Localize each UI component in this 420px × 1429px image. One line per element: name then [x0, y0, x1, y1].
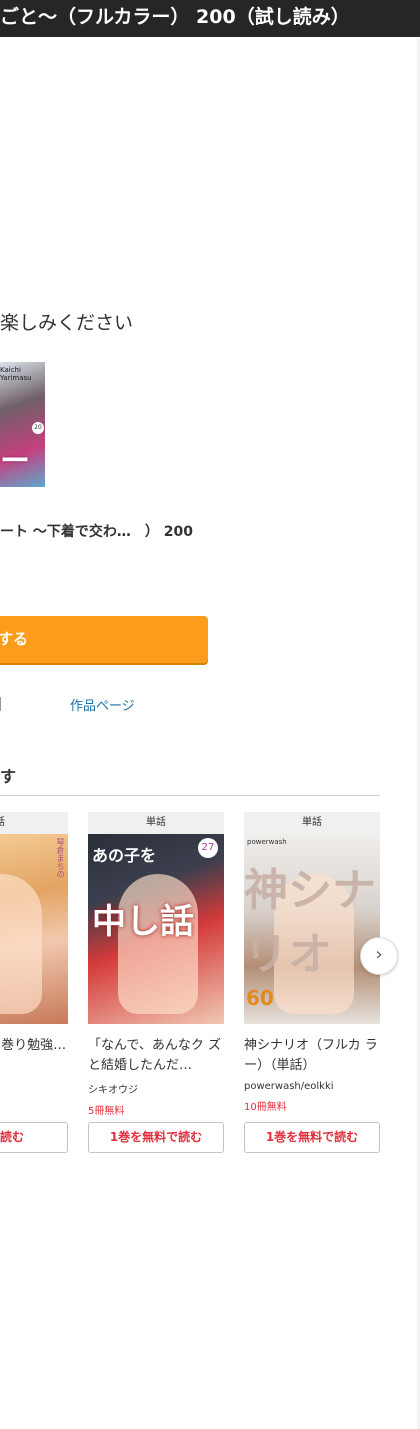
cover-volume-badge: 60: [246, 986, 274, 1010]
card-free-count: 5冊無料: [88, 1106, 125, 1117]
section-divider: [0, 795, 380, 796]
cover-author-text: 琴倉まちの: [56, 838, 65, 878]
recommend-section-title: す: [0, 767, 17, 786]
card-type-label: 話: [0, 812, 68, 834]
card-type-label: 単話: [244, 812, 380, 834]
cover-figure: [0, 874, 42, 1014]
page-title: ごと〜（フルカラー） 200（試し読み）: [0, 6, 350, 28]
work-title: ート 〜下着で交わ… ） 200: [0, 524, 193, 540]
cover-volume-badge: 20: [32, 422, 44, 434]
recommend-card[interactable]: 単話 powerwash 神シナリオ 60 神シナリオ（フルカ ラー）（単話） …: [244, 812, 380, 1153]
cover-volume-badge: 27: [198, 838, 218, 858]
primary-action-button[interactable]: する: [0, 616, 208, 663]
cover-title-text: あの子を: [92, 846, 157, 865]
card-free-count: 10冊無料: [244, 1102, 287, 1113]
work-cover-image[interactable]: Kaichi Yarimasu 20 ート: [0, 362, 45, 487]
card-type-label: 単話: [88, 812, 224, 834]
carousel-next-button[interactable]: ›: [360, 937, 398, 975]
card-cover-image[interactable]: powerwash 神シナリオ 60: [244, 834, 380, 1024]
cover-publisher-text: powerwash: [247, 838, 287, 846]
read-free-button[interactable]: 1巻を無料で読む: [244, 1122, 380, 1153]
page: ごと〜（フルカラー） 200（試し読み） 楽しみください Kaichi Yari…: [0, 0, 420, 1429]
chevron-right-icon: ›: [375, 944, 383, 965]
card-title[interactable]: ャルとガリ 巻り勉強…: [0, 1036, 68, 1076]
card-cover-image[interactable]: あの子を 中し話 27: [88, 834, 224, 1024]
card-title[interactable]: 神シナリオ（フルカ ラー）（単話）: [244, 1036, 380, 1076]
cover-title-text: ート: [0, 444, 30, 479]
cover-big-text: 神シナリオ: [244, 865, 376, 980]
card-author[interactable]: シキオウジ: [88, 1081, 224, 1096]
card-author[interactable]: powerwash/eolkki: [244, 1081, 380, 1092]
recommend-card[interactable]: 話 琴倉まちの ャルとガリ 巻り勉強… 料で読む: [0, 812, 68, 1153]
card-cover-image[interactable]: 琴倉まちの: [0, 834, 68, 1024]
read-free-button[interactable]: 1巻を無料で読む: [88, 1122, 224, 1153]
read-free-button[interactable]: 料で読む: [0, 1122, 68, 1153]
headline: 楽しみください: [0, 312, 134, 334]
page-title-bar: ごと〜（フルカラー） 200（試し読み）: [0, 0, 420, 37]
cover-tag: Kaichi Yarimasu: [0, 366, 32, 382]
link-divider: [0, 697, 1, 711]
cover-big-text: 中し話: [92, 902, 194, 942]
card-title[interactable]: 「なんで、あんなク ズと結婚したんだ…: [88, 1036, 224, 1076]
work-page-link[interactable]: 作品ページ: [70, 695, 135, 714]
recommend-card[interactable]: 単話 あの子を 中し話 27 「なんで、あんなク ズと結婚したんだ… シキオウジ…: [88, 812, 224, 1153]
